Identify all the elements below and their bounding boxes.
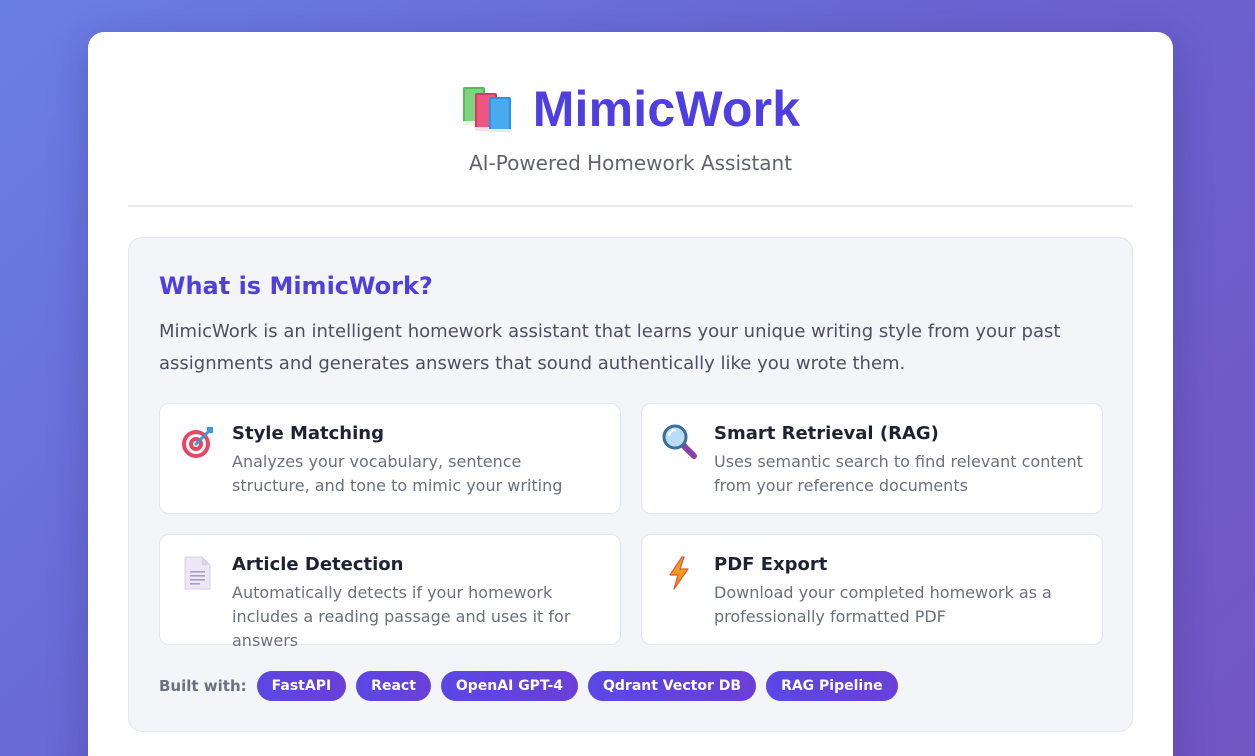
feature-title: Article Detection <box>232 554 404 575</box>
document-icon <box>184 556 211 590</box>
brand: MimicWork <box>88 79 1173 139</box>
app-title: MimicWork <box>532 81 801 137</box>
feature-description: Analyzes your vocabulary, sentence struc… <box>232 452 563 495</box>
feature-title: Style Matching <box>232 423 384 444</box>
about-title: What is MimicWork? <box>159 272 433 300</box>
books-icon <box>462 87 511 132</box>
tech-tag-react: React <box>356 671 431 701</box>
lightning-icon <box>669 556 689 590</box>
header: MimicWork AI-Powered Homework Assistant <box>88 32 1173 175</box>
main-card: MimicWork AI-Powered Homework Assistant … <box>88 32 1173 756</box>
target-icon <box>182 427 213 458</box>
tech-tag-openai: OpenAI GPT-4 <box>440 671 578 701</box>
magnifier-icon <box>662 424 697 459</box>
tech-tag-rag: RAG Pipeline <box>766 671 898 701</box>
feature-description: Download your completed homework as a pr… <box>714 583 1052 626</box>
header-divider <box>128 205 1133 207</box>
about-description: MimicWork is an intelligent homework ass… <box>159 321 1061 374</box>
built-with-label: Built with: <box>159 677 247 695</box>
tech-tag-fastapi: FastAPI <box>256 671 347 701</box>
feature-description: Automatically detects if your homework i… <box>232 583 571 650</box>
feature-card-style-matching: Style Matching Analyzes your vocabulary,… <box>159 403 621 514</box>
tech-tag-qdrant: Qdrant Vector DB <box>588 671 757 701</box>
about-panel: What is MimicWork? MimicWork is an intel… <box>128 237 1133 732</box>
feature-title: Smart Retrieval (RAG) <box>714 423 939 444</box>
feature-card-article-detection: Article Detection Automatically detects … <box>159 534 621 650</box>
app-subtitle: AI-Powered Homework Assistant <box>468 151 793 175</box>
feature-title: PDF Export <box>714 554 828 575</box>
feature-grid: Style Matching Analyzes your vocabulary,… <box>159 403 1103 650</box>
feature-card-smart-retrieval: Smart Retrieval (RAG) Uses semantic sear… <box>641 403 1103 514</box>
built-with-row: Built with: FastAPI React OpenAI GPT-4 Q… <box>159 671 1102 701</box>
feature-card-pdf-export: PDF Export Download your completed homew… <box>641 534 1103 645</box>
feature-description: Uses semantic search to find relevant co… <box>714 452 1083 495</box>
